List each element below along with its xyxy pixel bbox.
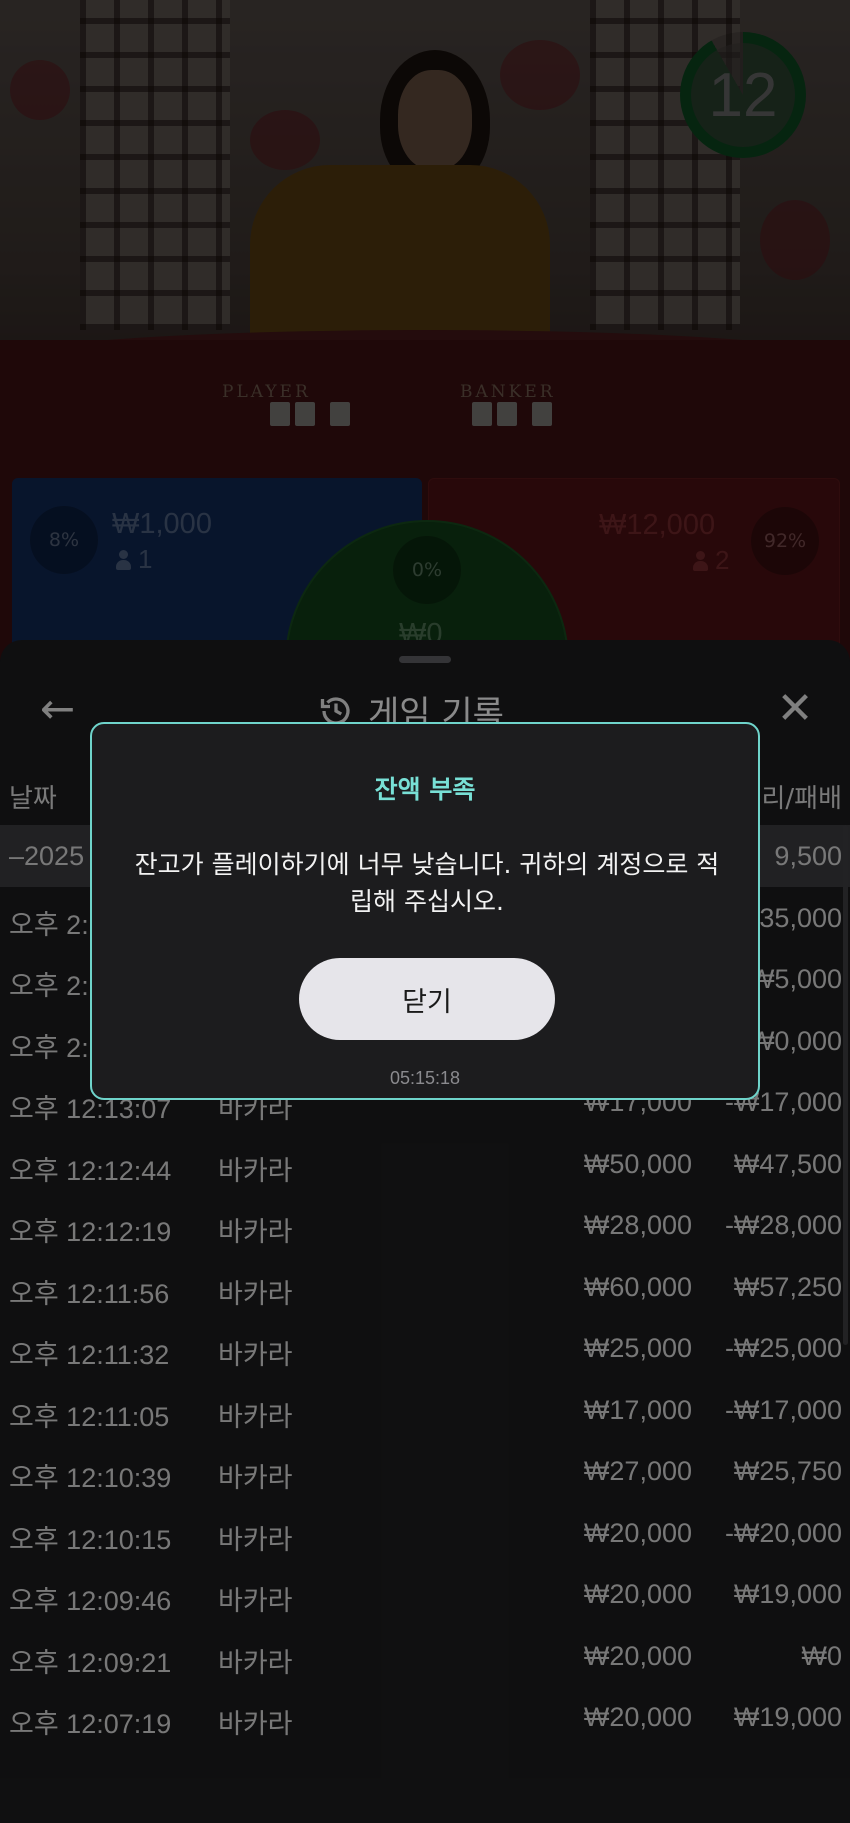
dialog-timestamp: 05:15:18 bbox=[389, 1068, 461, 1088]
dialog-close-button[interactable]: 닫기 bbox=[299, 958, 555, 1040]
dialog-message: 잔고가 플레이하기에 너무 낮습니다. 귀하의 계정으로 적립해 주십시오. bbox=[134, 850, 720, 916]
insufficient-balance-dialog: 잔액 부족 잔고가 플레이하기에 너무 낮습니다. 귀하의 계정으로 적립해 주… bbox=[90, 722, 760, 1100]
dialog-title: 잔액 부족 bbox=[374, 775, 476, 804]
